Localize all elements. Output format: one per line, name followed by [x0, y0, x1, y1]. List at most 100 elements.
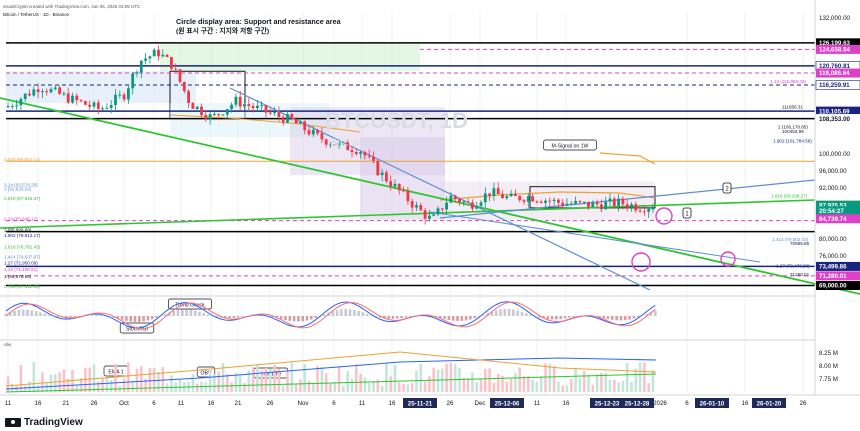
candle-body-66	[290, 114, 294, 120]
stoch-hist-47	[206, 314, 210, 316]
time-tick-19: 16	[742, 400, 749, 407]
candle-body-71	[311, 129, 315, 135]
left-fib-label-3: 2.618 (87,816.37)	[4, 196, 41, 201]
candle-body-26	[118, 94, 122, 96]
candle-body-81	[354, 152, 358, 154]
candle-body-111	[483, 193, 487, 203]
candle-body-143	[621, 198, 625, 205]
time-tick-15: Dec	[474, 400, 485, 407]
stoch-hist-94	[408, 316, 412, 317]
volume-bar-54	[238, 374, 242, 392]
volume-bar-106	[462, 377, 466, 392]
candle-body-100	[436, 208, 440, 215]
candle-body-99	[432, 214, 436, 216]
candle-body-126	[548, 200, 552, 202]
volume-bar-83	[363, 377, 367, 392]
volume-bar-8	[41, 372, 44, 392]
mint-resistance-zone	[160, 43, 420, 72]
volume-bar-62	[273, 365, 276, 392]
price-badge-text-11: 73,499.86	[819, 264, 847, 271]
stoch-hist-6	[30, 310, 34, 316]
volume-bar-135	[587, 374, 590, 392]
stoch-hist-144	[623, 316, 627, 321]
time-tick-13: 16	[389, 400, 396, 407]
candle-body-54	[238, 96, 242, 107]
volume-bar-142	[617, 382, 620, 392]
stoch-hist-141	[611, 316, 614, 320]
callout-text-1: StochRSI	[126, 326, 148, 332]
stoch-hist-28	[125, 316, 128, 321]
stoch-hist-39	[172, 310, 175, 316]
volume-bar-128	[557, 381, 560, 392]
time-tick-7: 16	[208, 400, 215, 407]
stoch-hist-16	[73, 316, 77, 318]
candle-body-98	[428, 215, 431, 219]
candle-body-119	[518, 196, 522, 201]
volume-bar-73	[320, 366, 324, 392]
mid-fib-label-0: 1.13 (115,956.33)	[770, 79, 806, 84]
volume-bar-95	[415, 370, 418, 392]
volume-bar-122	[531, 379, 534, 392]
candle-body-116	[505, 196, 509, 199]
left-fib-label-10: 1.13 (71,406.51)	[4, 267, 38, 272]
candle-body-10	[49, 88, 53, 93]
candle-body-22	[101, 108, 104, 110]
candle-body-57	[251, 106, 255, 109]
volume-bar-40	[178, 379, 182, 392]
stoch-hist-81	[353, 309, 356, 316]
stoch-hist-40	[176, 309, 180, 316]
volume-bar-52	[230, 382, 233, 392]
candle-body-133	[578, 200, 582, 202]
volume-bar-12	[58, 372, 61, 392]
volume-bar-22	[101, 378, 104, 392]
stoch-hist-72	[314, 316, 317, 318]
volume-bar-85	[372, 381, 375, 392]
candle-body-120	[522, 200, 526, 202]
candle-body-13	[62, 93, 66, 95]
time-tick-1: 16	[35, 400, 42, 407]
candle-body-46	[204, 114, 208, 119]
candle-body-137	[595, 202, 599, 205]
stoch-hist-121	[525, 313, 528, 316]
stoch-hist-143	[619, 316, 623, 321]
price-tick-5: 76,000.00	[819, 253, 847, 260]
mid-fib-label-9: 71280.01	[790, 272, 810, 277]
candle-body-25	[114, 94, 117, 105]
volume-bar-97	[423, 381, 427, 392]
candle-body-20	[92, 102, 96, 107]
volume-bar-25	[114, 363, 117, 392]
volume-bar-116	[505, 381, 509, 392]
candle-body-123	[535, 201, 539, 203]
volume-bar-114	[496, 373, 500, 392]
volume-bar-66	[290, 362, 294, 392]
btcusdt-daily-chart[interactable]: visualCrypto created with TradingView.co…	[0, 0, 860, 431]
candle-body-11	[53, 87, 57, 89]
candle-body-29	[131, 73, 135, 89]
stoch-hist-93	[404, 316, 408, 318]
candle-body-1	[10, 106, 14, 108]
watermark-symbol: BTCUSDT, 1D	[325, 108, 468, 133]
volume-bar-100	[436, 369, 440, 392]
candle-body-107	[466, 201, 470, 203]
time-tick-6: 11	[178, 400, 185, 407]
price-badge-text-3: 119,086.64	[819, 70, 850, 77]
volume-bar-72	[316, 365, 319, 392]
candle-body-51	[225, 109, 229, 115]
mid-fib-label-7: 70595.86	[790, 241, 810, 246]
stoch-hist-130	[563, 316, 567, 319]
candle-body-134	[582, 201, 586, 203]
volume-bar-63	[277, 369, 281, 392]
candle-body-35	[157, 49, 160, 57]
volume-bar-150	[651, 369, 655, 392]
candle-body-128	[557, 199, 560, 203]
candle-body-31	[139, 60, 143, 73]
candle-body-74	[324, 139, 328, 145]
candle-body-88	[385, 172, 388, 182]
stoch-hist-129	[559, 316, 562, 319]
stoch-hist-118	[512, 309, 515, 316]
volume-bar-75	[329, 383, 332, 392]
volume-bar-23	[105, 377, 109, 392]
volume-bar-24	[109, 380, 113, 392]
candle-body-15	[71, 95, 74, 103]
volume-bar-110	[479, 378, 483, 392]
